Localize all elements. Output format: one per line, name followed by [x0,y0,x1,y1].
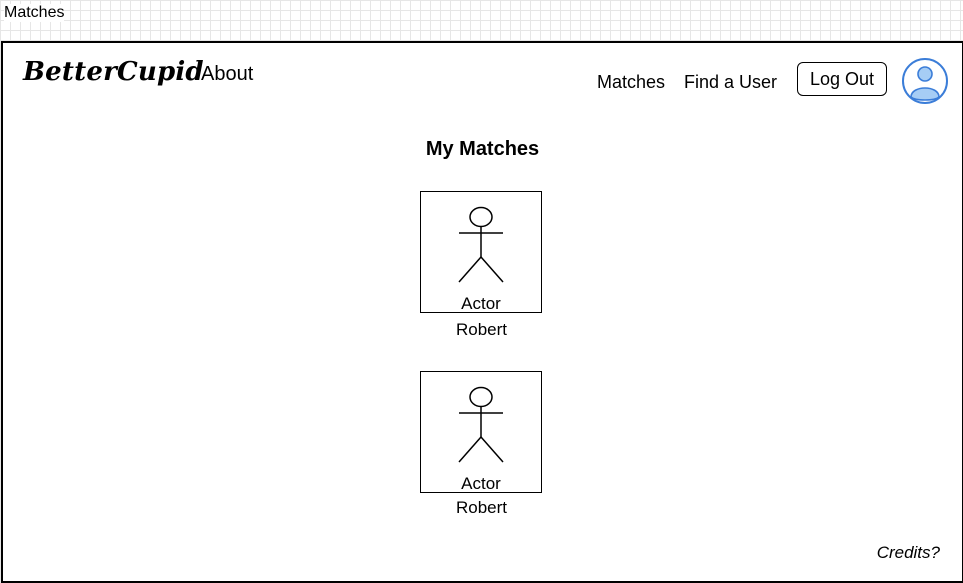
match-name[interactable]: Robert [420,320,543,340]
browser-frame: BetterCupid About Matches Find a User Lo… [1,41,963,583]
credits-link[interactable]: Credits? [877,543,940,563]
logout-button[interactable]: Log Out [797,62,887,96]
match-image-label: Actor [461,294,501,313]
user-avatar-icon [902,58,948,104]
match-image-label: Actor [461,474,501,493]
match-name[interactable]: Robert [420,498,543,518]
actor-stick-figure-icon [458,206,504,283]
nav-find-user-link[interactable]: Find a User [684,72,777,93]
nav-matches-link[interactable]: Matches [597,72,665,93]
logo[interactable]: BetterCupid [23,57,204,87]
page-label: Matches [4,4,65,22]
actor-stick-figure-icon [458,386,504,463]
match-card[interactable]: Actor [420,191,542,313]
page-title: My Matches [425,138,540,160]
match-card[interactable]: Actor [420,371,542,493]
about-link[interactable]: About [201,63,253,86]
avatar[interactable] [902,58,948,104]
